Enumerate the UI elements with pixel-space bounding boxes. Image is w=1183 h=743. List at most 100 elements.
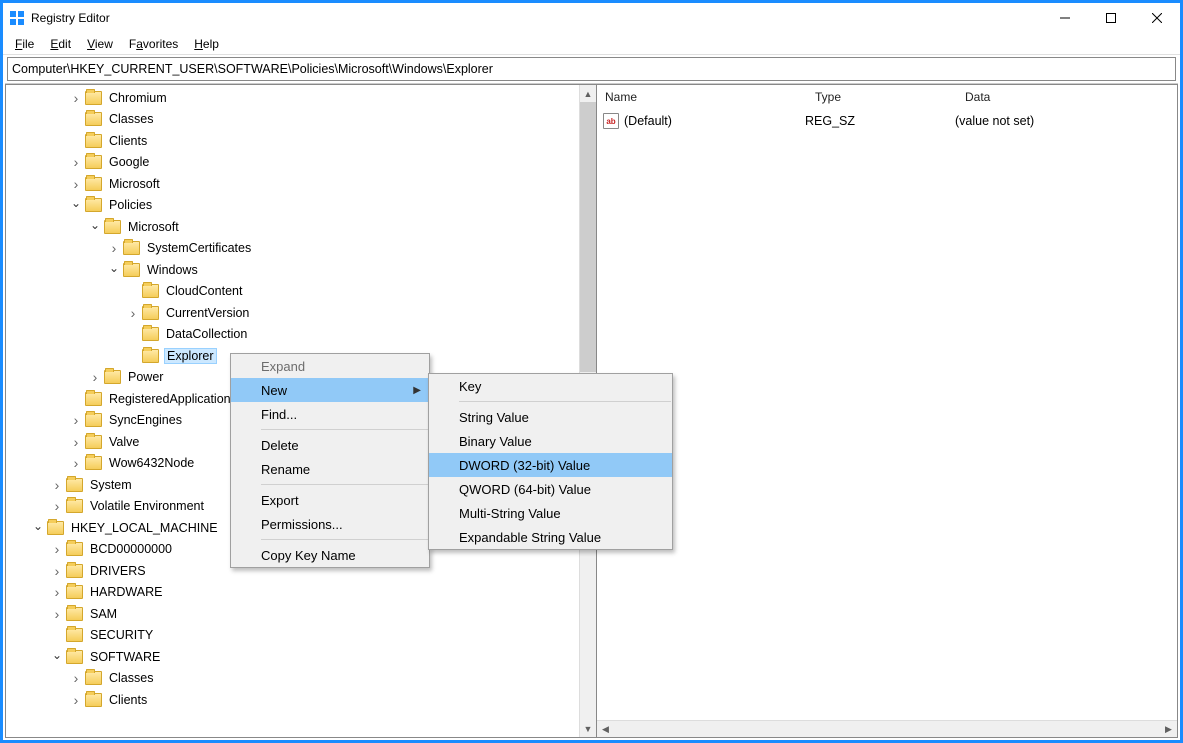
tree-item[interactable]: › SAM (6, 603, 579, 625)
folder-icon (85, 177, 102, 191)
folder-icon (85, 392, 102, 406)
tree-item[interactable]: ›Chromium (6, 87, 579, 109)
ctx-export[interactable]: Export (231, 488, 429, 512)
folder-icon (66, 542, 83, 556)
sub-multi[interactable]: Multi-String Value (429, 501, 672, 525)
sub-binary[interactable]: Binary Value (429, 429, 672, 453)
ctx-expand[interactable]: Expand (231, 354, 429, 378)
scroll-right-arrow-icon[interactable]: ▶ (1160, 724, 1177, 735)
ctx-new[interactable]: New▶ (231, 378, 429, 402)
close-button[interactable] (1134, 3, 1180, 33)
tree-item[interactable]: ›SystemCertificates (6, 238, 579, 260)
chevron-right-icon[interactable]: › (50, 541, 64, 557)
tree-item[interactable]: ›Clients (6, 689, 579, 711)
menubar: File Edit View Favorites Help (3, 33, 1180, 55)
value-row[interactable]: ab (Default) REG_SZ (value not set) (603, 111, 1171, 131)
chevron-right-icon[interactable]: › (107, 240, 121, 256)
ctx-find[interactable]: Find... (231, 402, 429, 426)
address-bar[interactable]: Computer\HKEY_CURRENT_USER\SOFTWARE\Poli… (7, 57, 1176, 81)
sub-expand[interactable]: Expandable String Value (429, 525, 672, 549)
tree-item[interactable]: SECURITY (6, 625, 579, 647)
ctx-delete[interactable]: Delete (231, 433, 429, 457)
tree-item-label: DRIVERS (88, 564, 148, 578)
submenu-arrow-icon: ▶ (413, 385, 421, 396)
maximize-button[interactable] (1088, 3, 1134, 33)
list-body[interactable]: ab (Default) REG_SZ (value not set) (597, 109, 1177, 720)
value-type: REG_SZ (805, 114, 955, 128)
tree-item[interactable]: ›Microsoft (6, 173, 579, 195)
chevron-down-icon[interactable]: ⌄ (88, 218, 102, 232)
chevron-right-icon[interactable]: › (69, 455, 83, 471)
chevron-right-icon[interactable]: › (88, 369, 102, 385)
sub-qword[interactable]: QWORD (64-bit) Value (429, 477, 672, 501)
chevron-right-icon[interactable]: › (50, 477, 64, 493)
chevron-right-icon[interactable]: › (69, 434, 83, 450)
tree-item[interactable]: › Google (6, 152, 579, 174)
value-data: (value not set) (955, 114, 1171, 128)
tree-item[interactable]: CloudContent (6, 281, 579, 303)
chevron-down-icon[interactable]: ⌄ (69, 196, 83, 210)
tree-item-label: Microsoft (126, 220, 181, 234)
sub-dword[interactable]: DWORD (32-bit) Value (429, 453, 672, 477)
scroll-thumb[interactable] (580, 102, 596, 372)
menu-edit[interactable]: Edit (42, 35, 79, 53)
folder-icon (104, 220, 121, 234)
tree-item-label: Classes (107, 112, 155, 126)
chevron-right-icon[interactable]: › (69, 670, 83, 686)
tree-item-label: Clients (107, 134, 149, 148)
menu-view[interactable]: View (79, 35, 121, 53)
minimize-button[interactable] (1042, 3, 1088, 33)
col-data[interactable]: Data (957, 87, 1177, 107)
tree-item-label: Google (107, 155, 151, 169)
tree-item[interactable]: ⌄ Microsoft (6, 216, 579, 238)
chevron-right-icon[interactable]: › (69, 154, 83, 170)
chevron-down-icon[interactable]: ⌄ (107, 261, 121, 275)
tree-item[interactable]: Clients (6, 130, 579, 152)
chevron-right-icon[interactable]: › (69, 692, 83, 708)
titlebar[interactable]: Registry Editor (3, 3, 1180, 33)
chevron-right-icon[interactable]: › (50, 584, 64, 600)
tree-item[interactable]: ⌄SOFTWARE (6, 646, 579, 668)
menu-favorites[interactable]: Favorites (121, 35, 186, 53)
col-type[interactable]: Type (807, 87, 957, 107)
horizontal-scrollbar[interactable]: ◀ ▶ (597, 720, 1177, 737)
folder-icon (123, 263, 140, 277)
tree-item[interactable]: Classes (6, 109, 579, 131)
folder-icon (66, 585, 83, 599)
folder-icon (85, 198, 102, 212)
chevron-down-icon[interactable]: ⌄ (50, 648, 64, 662)
sub-key[interactable]: Key (429, 374, 672, 398)
tree-item[interactable]: ⌄Policies (6, 195, 579, 217)
context-menu: Expand New▶ Find... Delete Rename Export… (230, 353, 430, 568)
tree-item[interactable]: ›CurrentVersion (6, 302, 579, 324)
chevron-down-icon[interactable]: ⌄ (31, 519, 45, 533)
menu-help[interactable]: Help (186, 35, 227, 53)
chevron-right-icon[interactable]: › (69, 176, 83, 192)
ctx-permissions[interactable]: Permissions... (231, 512, 429, 536)
scroll-left-arrow-icon[interactable]: ◀ (597, 724, 614, 735)
tree-item-label: SAM (88, 607, 119, 621)
tree-item-label: CloudContent (164, 284, 244, 298)
scroll-up-arrow-icon[interactable]: ▲ (580, 85, 596, 102)
menu-file[interactable]: File (7, 35, 42, 53)
tree-item[interactable]: DataCollection (6, 324, 579, 346)
ctx-copy-key-name[interactable]: Copy Key Name (231, 543, 429, 567)
scroll-down-arrow-icon[interactable]: ▼ (580, 720, 596, 737)
tree-item[interactable]: ›Classes (6, 668, 579, 690)
chevron-right-icon[interactable]: › (50, 498, 64, 514)
chevron-right-icon[interactable]: › (126, 305, 140, 321)
folder-icon (85, 112, 102, 126)
tree-panel: ›ChromiumClassesClients›Google›Microsoft… (5, 84, 596, 738)
sub-string[interactable]: String Value (429, 405, 672, 429)
menu-separator (261, 429, 428, 430)
col-name[interactable]: Name (597, 87, 807, 107)
tree-item-label: BCD00000000 (88, 542, 174, 556)
tree-item[interactable]: ›HARDWARE (6, 582, 579, 604)
chevron-right-icon[interactable]: › (69, 90, 83, 106)
chevron-right-icon[interactable]: › (50, 606, 64, 622)
tree-item[interactable]: ⌄Windows (6, 259, 579, 281)
chevron-right-icon[interactable]: › (50, 563, 64, 579)
folder-icon (142, 349, 159, 363)
chevron-right-icon[interactable]: › (69, 412, 83, 428)
ctx-rename[interactable]: Rename (231, 457, 429, 481)
